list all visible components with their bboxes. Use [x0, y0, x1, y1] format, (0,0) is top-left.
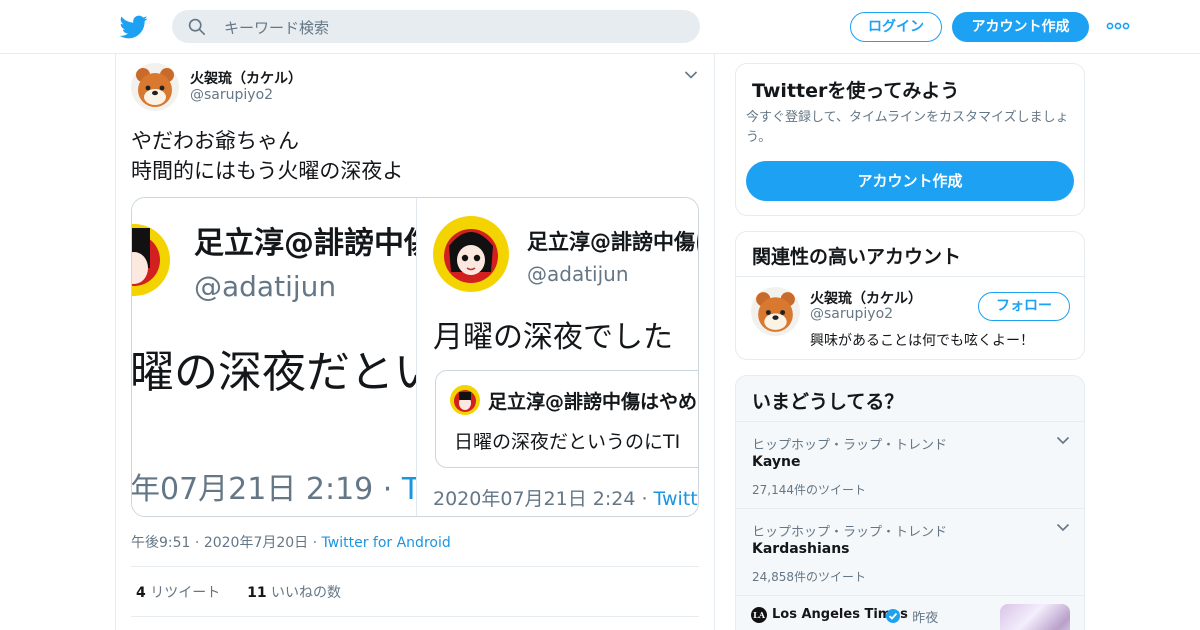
screenshot-twitter-label: Twitt: [653, 488, 698, 510]
trend-tweet-count: 27,144件のツイート: [752, 483, 866, 497]
anime-avatar-image: [132, 224, 170, 296]
news-time-label: 昨夜: [912, 611, 939, 626]
anime-avatar-image: [450, 385, 480, 415]
trends-card: いまどうしてる？ ヒップホップ・ラップ・トレンド Kayne 27,144件のツ…: [735, 375, 1085, 630]
search-icon: [188, 18, 206, 36]
bear-avatar-icon: [751, 287, 800, 336]
screenshot-author-username: @adatijun: [194, 270, 337, 303]
divider: [131, 566, 699, 567]
related-account-username[interactable]: @sarupiyo2: [810, 306, 893, 322]
signup-card-description: 今すぐ登録して、タイムラインをカスタマイズしましょう。: [746, 110, 1069, 145]
news-time: · 昨夜: [904, 611, 939, 626]
screenshot-date: 年07月21日 2:19 ·: [132, 472, 402, 507]
top-navigation-bar: キーワード検索 ログイン アカウント作成: [0, 0, 1200, 54]
author-avatar[interactable]: [131, 63, 179, 111]
likes-label: いいねの数: [271, 585, 342, 601]
meta-separator: ·: [194, 535, 204, 551]
bear-avatar-icon: [131, 63, 179, 111]
screenshot-author-name: 足立淳@誹謗中傷: [194, 226, 416, 261]
signup-promo-card: Twitterを使ってみよう 今すぐ登録して、タイムラインをカスタマイズしましょ…: [735, 63, 1085, 216]
screenshot-author-name: 足立淳@誹謗中傷は: [527, 230, 699, 254]
anime-avatar-image: [433, 216, 509, 292]
related-account-bio: 興味があることは何でも呟くよー！: [810, 333, 1034, 349]
tweet-metadata: 午後9:51 · 2020年7月20日 · Twitter for Androi…: [131, 532, 451, 552]
tweet-media[interactable]: 足立淳@誹謗中傷 @adatijun 曜の深夜だとい 年07月21日 2:19 …: [131, 197, 699, 517]
tweet-text-line: 時間的にはもう火曜の深夜よ: [131, 159, 404, 183]
chevron-down-icon[interactable]: [1056, 436, 1070, 445]
search-input[interactable]: キーワード検索: [172, 10, 700, 43]
divider: [131, 616, 699, 617]
author-username[interactable]: @sarupiyo2: [190, 87, 273, 103]
signup-button[interactable]: アカウント作成: [952, 12, 1089, 42]
screenshot-timestamp: 年07月21日 2:19 · Tw: [132, 464, 416, 508]
likes-count: 11: [247, 585, 267, 601]
author-display-name[interactable]: 火袈琉（カケル）: [190, 68, 302, 88]
screenshot-tweet-text: 月曜の深夜でした: [433, 320, 673, 355]
tweet-stats: 4 リツイート 11 いいねの数: [136, 582, 341, 602]
screenshot-timestamp: 2020年07月21日 2:24 · Twitt: [433, 484, 698, 511]
twitter-bird-icon[interactable]: [120, 13, 148, 41]
retweets-count: 4: [136, 585, 146, 601]
screenshot-quoted-tweet: 足立淳@誹謗中傷はやめ 日曜の深夜だというのにTI: [435, 370, 698, 468]
screenshot-tweet-text: 曜の深夜だとい: [132, 347, 416, 398]
screenshot-author-username: @adatijun: [527, 262, 629, 286]
chevron-down-icon[interactable]: [1056, 523, 1070, 532]
follow-button[interactable]: フォロー: [978, 292, 1070, 321]
signup-card-title: Twitterを使ってみよう: [752, 80, 960, 102]
meta-separator: ·: [312, 535, 322, 551]
svg-text:LA: LA: [753, 610, 766, 620]
trend-item[interactable]: ヒップホップ・ラップ・トレンド Kardashians 24,858件のツイート: [736, 509, 1084, 595]
more-options-icon[interactable]: [1106, 20, 1130, 32]
tweet-source-link[interactable]: Twitter for Android: [322, 535, 451, 551]
news-thumbnail-image[interactable]: [1000, 604, 1070, 630]
retweets-label: リツイート: [150, 585, 221, 601]
trend-context: ヒップホップ・ラップ・トレンド: [752, 525, 948, 540]
news-item[interactable]: LA Los Angeles Times · 昨夜: [736, 596, 1084, 630]
verified-badge-icon: [886, 609, 900, 623]
screenshot-twitter-label: Tw: [401, 472, 416, 507]
tweet-date[interactable]: 2020年7月20日: [204, 535, 308, 551]
trends-title: いまどうしてる？: [752, 391, 904, 413]
media-image-left[interactable]: 足立淳@誹謗中傷 @adatijun 曜の深夜だとい 年07月21日 2:19 …: [132, 198, 416, 516]
trend-tweet-count: 24,858件のツイート: [752, 570, 866, 584]
media-image-right[interactable]: 足立淳@誹謗中傷は @adatijun 月曜の深夜でした 足立淳@誹謗中傷はやめ…: [416, 198, 699, 516]
related-account-avatar[interactable]: [751, 287, 800, 336]
quoted-author-name: 足立淳@誹謗中傷はやめ: [488, 391, 698, 413]
los-angeles-times-logo-icon: LA: [751, 607, 767, 623]
tweet-text: やだわお爺ちゃん 時間的にはもう火曜の深夜よ: [131, 126, 403, 186]
login-button[interactable]: ログイン: [850, 12, 942, 42]
trend-name[interactable]: Kayne: [752, 454, 800, 470]
quoted-tweet-text: 日曜の深夜だというのにTI: [454, 431, 681, 453]
trend-name[interactable]: Kardashians: [752, 541, 850, 557]
related-account-name[interactable]: 火袈琉（カケル）: [810, 288, 922, 308]
signup-card-button[interactable]: アカウント作成: [746, 161, 1074, 201]
likes-stat[interactable]: 11 いいねの数: [247, 585, 341, 601]
screenshot-date: 2020年07月21日 2:24 ·: [433, 488, 654, 510]
retweets-stat[interactable]: 4 リツイート: [136, 585, 220, 601]
trend-item[interactable]: ヒップホップ・ラップ・トレンド Kayne 27,144件のツイート: [736, 422, 1084, 508]
chevron-down-icon[interactable]: [684, 70, 698, 80]
tweet-time[interactable]: 午後9:51: [131, 535, 190, 551]
divider: [736, 276, 1084, 277]
search-placeholder: キーワード検索: [224, 19, 330, 37]
trend-context: ヒップホップ・ラップ・トレンド: [752, 438, 948, 453]
related-accounts-card: 関連性の高いアカウント 火袈琉（カケル） @sarupiyo2 フォロー 興味が…: [735, 231, 1085, 360]
tweet-text-line: やだわお爺ちゃん: [131, 129, 299, 153]
related-accounts-title: 関連性の高いアカウント: [752, 246, 962, 268]
